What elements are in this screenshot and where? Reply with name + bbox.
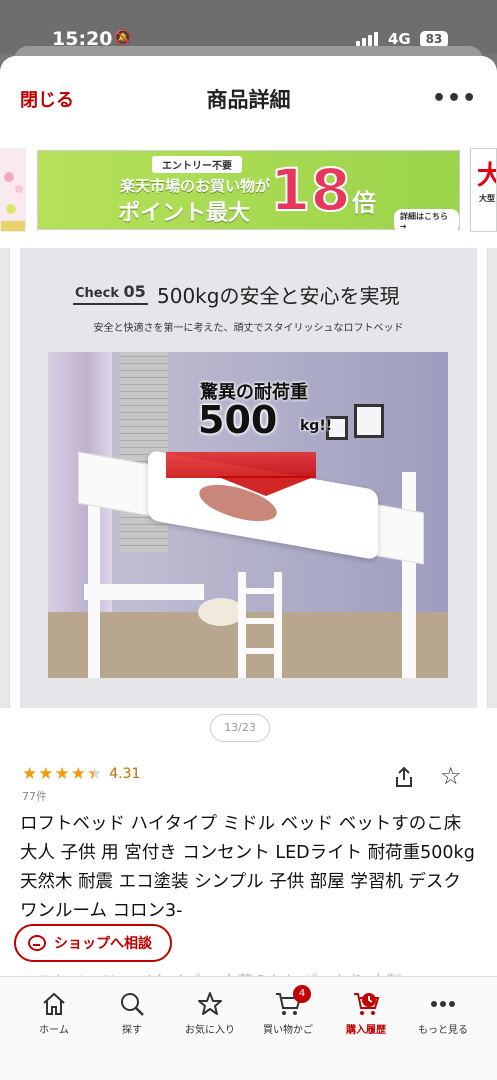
product-image-gallery[interactable]: Check 05 500kgの安全と安心を実現 安全と快適さを第一に考えた、頑丈… bbox=[0, 248, 497, 708]
banner-suffix: 倍 bbox=[352, 189, 376, 217]
ladder bbox=[238, 572, 282, 678]
check-number: 05 bbox=[123, 282, 146, 301]
wall-frame bbox=[354, 404, 384, 438]
nav-header: 閉じる 商品詳細 ••• bbox=[0, 56, 497, 136]
next-banner-subtext: 大型 bbox=[479, 194, 495, 203]
next-image-peek[interactable] bbox=[487, 248, 497, 708]
previous-banner[interactable] bbox=[0, 148, 26, 232]
tab-label: 購入履歴 bbox=[346, 1025, 386, 1036]
banner-line-1: 楽天市場のお買い物が bbox=[120, 177, 271, 195]
search-icon bbox=[91, 989, 173, 1019]
previous-image-peek[interactable] bbox=[0, 248, 10, 708]
product-detail-sheet: 閉じる 商品詳細 ••• エントリー不要 楽天市場のお買い物が ポイント最大 1… bbox=[0, 56, 497, 1080]
tab-label: ホーム bbox=[39, 1025, 69, 1036]
star-half-icon: ★ bbox=[87, 764, 104, 784]
shop-consult-button[interactable]: ショップへ相談 bbox=[14, 924, 172, 962]
cart-badge: 4 bbox=[293, 985, 311, 1003]
overlay-unit: kg!! bbox=[300, 418, 333, 434]
desk bbox=[84, 584, 204, 600]
signal-icon bbox=[356, 30, 378, 46]
banner-detail-link[interactable]: 詳細はこちら ➔ bbox=[394, 209, 459, 233]
flower-decoration-icon bbox=[1, 172, 25, 231]
share-icon[interactable] bbox=[394, 766, 414, 788]
chat-icon bbox=[28, 935, 46, 951]
image-counter: 13/23 bbox=[210, 714, 270, 742]
next-banner[interactable]: 大 大型 bbox=[470, 148, 497, 232]
more-options-icon[interactable]: ••• bbox=[432, 86, 477, 111]
shop-consult-label: ショップへ相談 bbox=[54, 936, 152, 952]
bed-post bbox=[402, 472, 416, 678]
tab-favorites[interactable]: お気に入り bbox=[169, 989, 251, 1036]
loft-bed-photo: 驚異の耐荷重 500 kg!! bbox=[48, 352, 448, 678]
rating-value: 4.31 bbox=[109, 766, 141, 782]
favorite-star-icon[interactable]: ☆ bbox=[440, 762, 462, 790]
rating-row[interactable]: ★★★★★ 4.31 bbox=[22, 764, 140, 784]
history-icon bbox=[325, 989, 407, 1019]
star-full-icon: ★ bbox=[38, 764, 55, 784]
banner-carousel[interactable]: エントリー不要 楽天市場のお買い物が ポイント最大 18 倍 詳細はこちら ➔ … bbox=[0, 148, 497, 233]
next-banner-text: 大 bbox=[477, 155, 496, 192]
banner-big-number: 18 bbox=[269, 155, 352, 225]
bell-muted-icon: 🔕 bbox=[114, 30, 132, 46]
star-full-icon: ★ bbox=[70, 764, 87, 784]
slide-subline: 安全と快適さを第一に考えた、頑丈でスタイリッシュなロフトベッド bbox=[93, 323, 404, 334]
tab-home[interactable]: ホーム bbox=[13, 989, 95, 1036]
home-icon bbox=[13, 989, 95, 1019]
gallery-slide[interactable]: Check 05 500kgの安全と安心を実現 安全と快適さを第一に考えた、頑丈… bbox=[20, 248, 477, 708]
product-title: ロフトベッド ハイタイプ ミドル ベッド ベットすのこ床 大人 子供 用 宮付き… bbox=[20, 814, 475, 921]
tab-label: お気に入り bbox=[185, 1025, 235, 1036]
overlay-value: 500 bbox=[198, 398, 278, 442]
slide-headline: 500kgの安全と安心を実現 bbox=[157, 284, 400, 308]
point-campaign-banner[interactable]: エントリー不要 楽天市場のお買い物が ポイント最大 18 倍 詳細はこちら ➔ bbox=[37, 150, 460, 233]
banner-line-2: ポイント最大 bbox=[118, 201, 251, 226]
check-label-text: Check bbox=[75, 286, 119, 301]
star-icon bbox=[169, 989, 251, 1019]
cart-icon: 4 bbox=[247, 985, 329, 1019]
page-title: 商品詳細 bbox=[206, 88, 291, 112]
down-arrow-head-icon bbox=[216, 476, 316, 496]
check-label: Check 05 bbox=[73, 282, 148, 305]
rating-stars: ★★★★★ bbox=[22, 764, 103, 784]
tab-search[interactable]: 探す bbox=[91, 989, 173, 1036]
tab-label: 探す bbox=[122, 1025, 142, 1036]
star-full-icon: ★ bbox=[54, 764, 71, 784]
tab-label: もっと見る bbox=[418, 1025, 468, 1036]
banner-entry-tag: エントリー不要 bbox=[152, 156, 242, 173]
more-icon bbox=[402, 989, 484, 1019]
tab-purchase-history[interactable]: 購入履歴 bbox=[325, 989, 407, 1036]
review-count[interactable]: 77件 bbox=[22, 788, 47, 804]
down-arrow-graphic bbox=[166, 452, 316, 478]
tab-cart[interactable]: 4 買い物かご bbox=[247, 985, 329, 1036]
tab-more[interactable]: もっと見る bbox=[402, 989, 484, 1036]
bottom-tab-bar: ホーム 探す お気に入り 4 買い物かご 購入履歴 もっと見る bbox=[0, 976, 497, 1080]
tab-label: 買い物かご bbox=[263, 1025, 313, 1036]
star-full-icon: ★ bbox=[22, 764, 39, 784]
